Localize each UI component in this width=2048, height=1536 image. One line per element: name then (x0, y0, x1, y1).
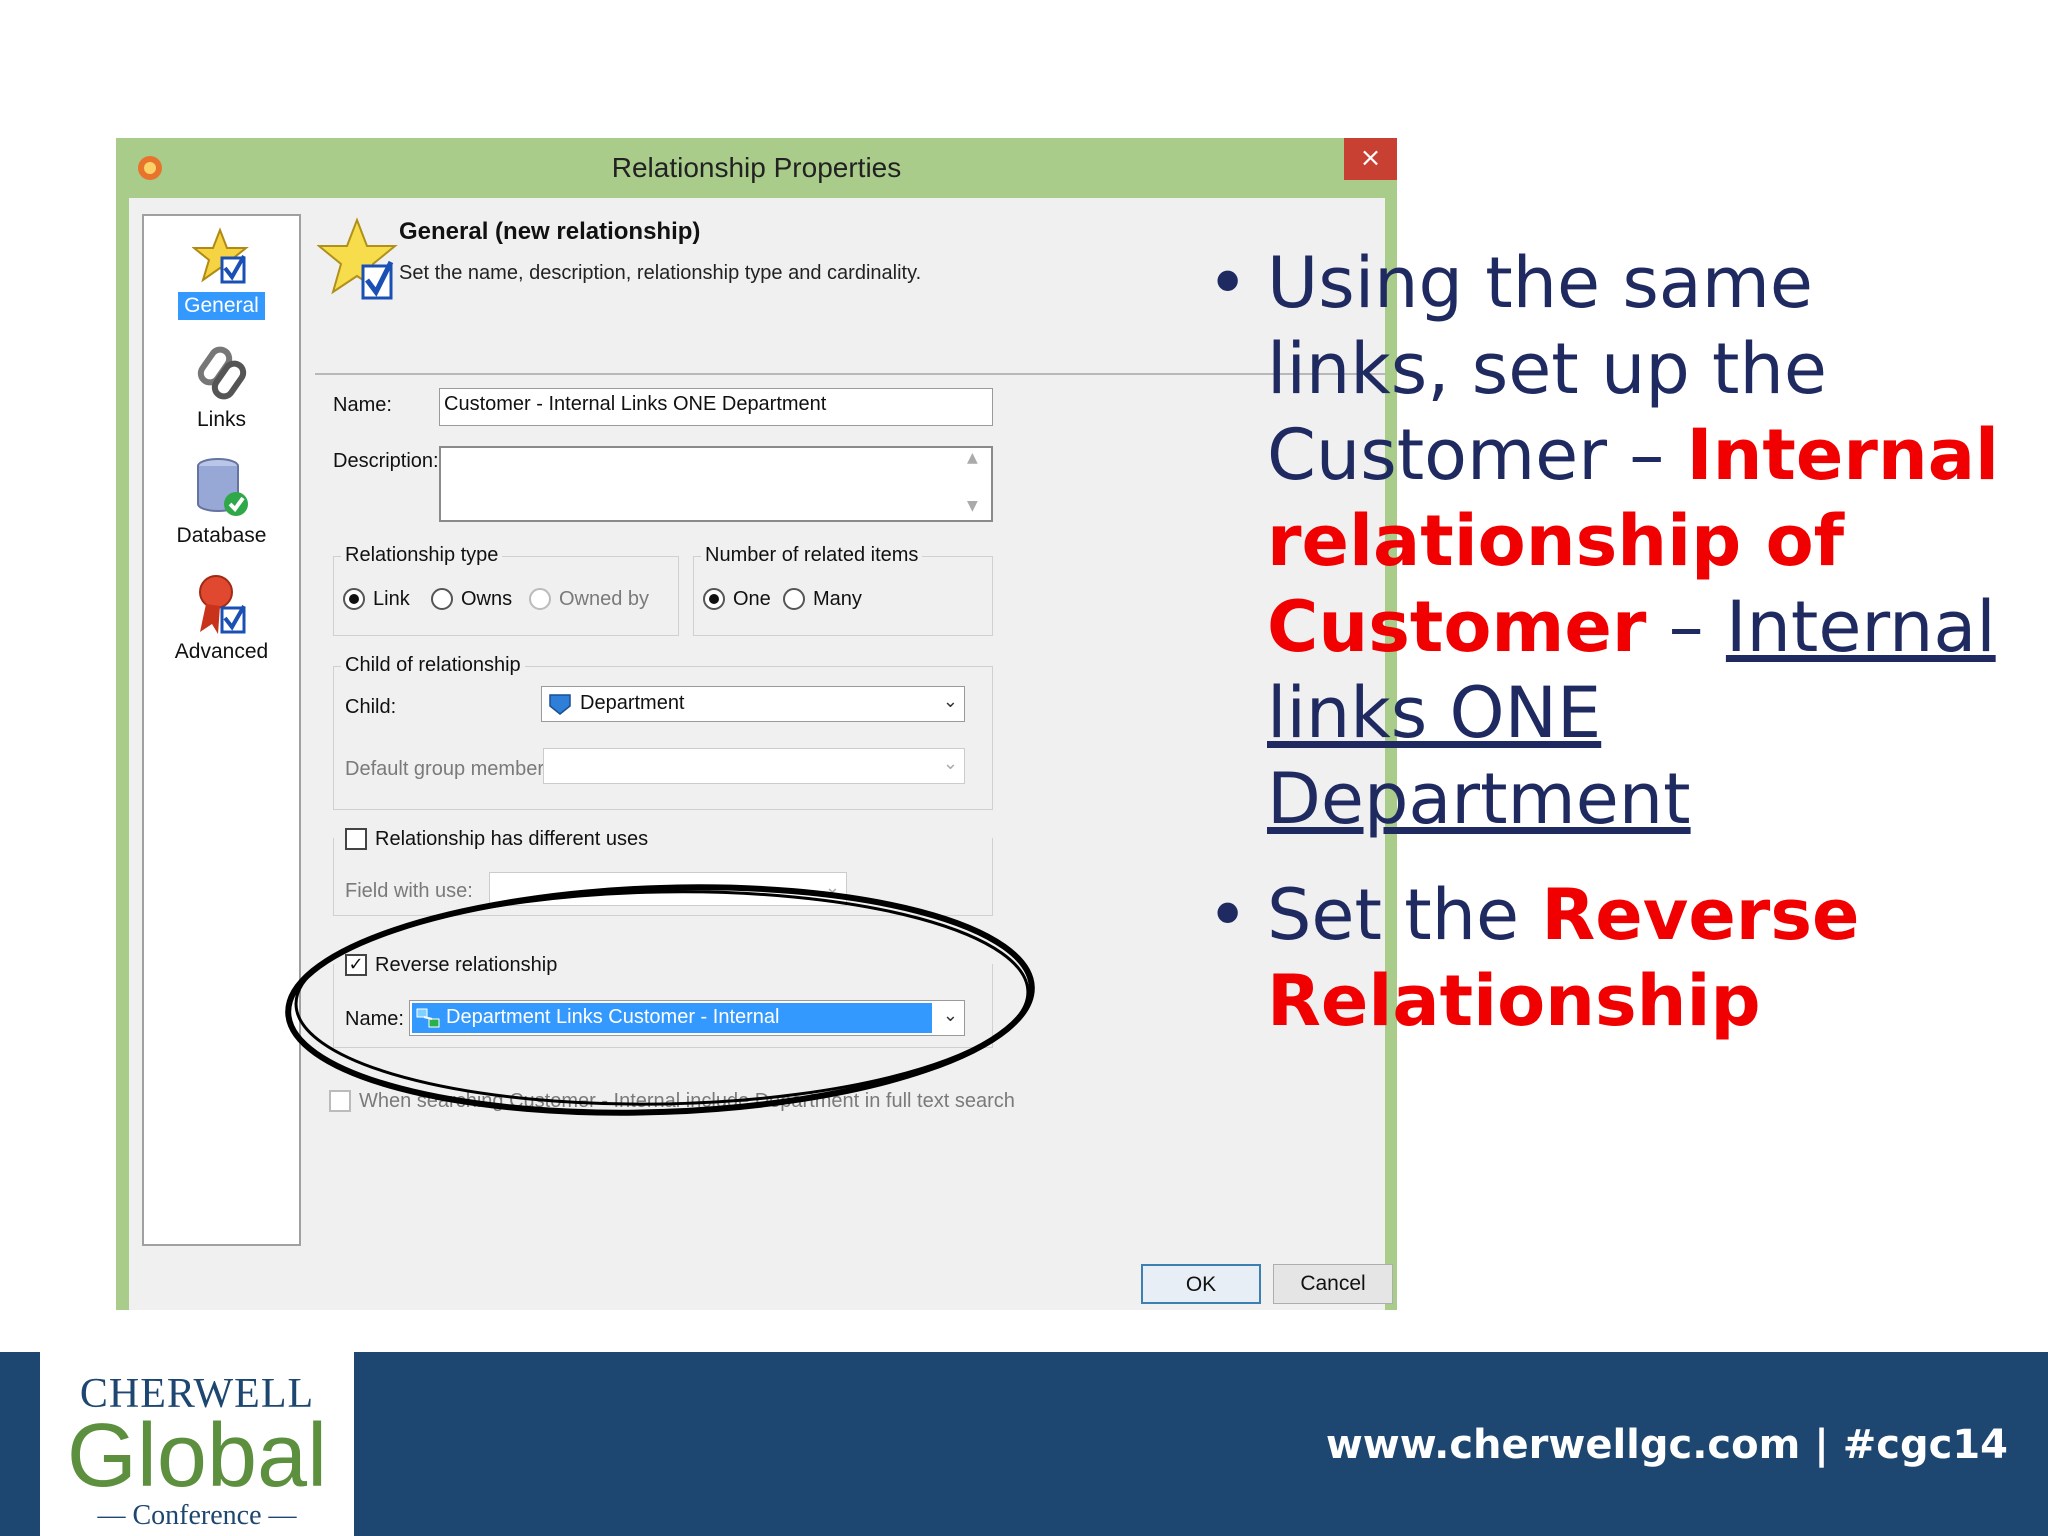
radio-owns[interactable] (431, 588, 453, 610)
bullet-text: – (1646, 586, 1726, 668)
logo-global-text: Global (66, 1406, 328, 1506)
bullet-text: Set the (1267, 874, 1542, 956)
star-check-icon (191, 227, 249, 284)
default-group-label: Default group member: (345, 758, 550, 780)
scroll-down-icon[interactable]: ▼ (967, 498, 978, 514)
cancel-button[interactable]: Cancel (1273, 1264, 1393, 1304)
section-title: General (new relationship) (399, 218, 701, 245)
bullet-item: • Set the Reverse Relationship (1195, 872, 2015, 1044)
database-icon (196, 458, 248, 516)
radio-link[interactable] (343, 588, 365, 610)
scroll-up-icon[interactable]: ▲ (967, 450, 978, 466)
different-uses-checkbox[interactable] (345, 828, 367, 850)
department-icon (549, 694, 571, 715)
radio-link-label: Link (373, 588, 410, 610)
description-input[interactable] (439, 446, 993, 522)
default-group-dropdown[interactable]: ⌄ (543, 748, 965, 784)
radio-one[interactable] (703, 588, 725, 610)
cherwell-logo: CHERWELL Global — Conference — (40, 1352, 354, 1536)
related-items-title: Number of related items (701, 544, 923, 567)
relationship-type-title: Relationship type (341, 544, 503, 567)
radio-owned-by-label: Owned by (559, 588, 650, 610)
slide-bullets: • Using the same links, set up the Custo… (1195, 240, 2015, 1074)
radio-owned-by[interactable] (529, 588, 551, 610)
radio-one-label: One (733, 588, 771, 610)
radio-many-label: Many (813, 588, 862, 610)
radio-many[interactable] (783, 588, 805, 610)
close-button[interactable]: × (1344, 138, 1397, 180)
section-subtitle: Set the name, description, relationship … (399, 262, 922, 284)
chevron-down-icon: ⌄ (942, 691, 958, 712)
nav-item-links[interactable]: Links (144, 340, 299, 434)
different-uses-label: Relationship has different uses (375, 828, 649, 850)
bullet-dot: • (1207, 242, 1249, 324)
name-label: Name: (333, 394, 392, 416)
child-group-title: Child of relationship (341, 654, 525, 677)
radio-owns-label: Owns (461, 588, 513, 610)
logo-conference-text: — Conference — (97, 1500, 297, 1531)
footer-url: www.cherwellgc.com | #cgc14 (1325, 1422, 2008, 1468)
chevron-down-icon: ⌄ (942, 753, 958, 774)
bullet-dot: • (1207, 874, 1249, 956)
nav-item-general[interactable]: General (144, 226, 299, 320)
chain-link-icon (197, 346, 246, 400)
ok-button[interactable]: OK (1141, 1264, 1261, 1304)
child-dropdown[interactable]: Department ⌄ (541, 686, 965, 722)
nav-label-links: Links (196, 408, 247, 431)
nav-label-general: General (178, 292, 265, 320)
description-label: Description: (333, 450, 439, 472)
child-value: Department (580, 692, 685, 714)
nav-item-advanced[interactable]: Advanced (144, 572, 299, 666)
title-bar: Relationship Properties × (116, 138, 1397, 198)
footer-bar: CHERWELL Global — Conference — www.cherw… (0, 1352, 2048, 1536)
bullet-item: • Using the same links, set up the Custo… (1195, 240, 2015, 842)
nav-label-advanced: Advanced (174, 640, 269, 663)
nav-item-database[interactable]: Database (144, 456, 299, 550)
ribbon-award-icon (198, 575, 246, 634)
dialog-title: Relationship Properties (611, 152, 902, 183)
name-input[interactable]: Customer - Internal Links ONE Department (439, 388, 993, 426)
nav-label-database: Database (176, 524, 267, 547)
child-label: Child: (345, 696, 397, 718)
annotation-ellipse (285, 884, 1035, 1116)
general-header-star-icon (317, 217, 398, 300)
